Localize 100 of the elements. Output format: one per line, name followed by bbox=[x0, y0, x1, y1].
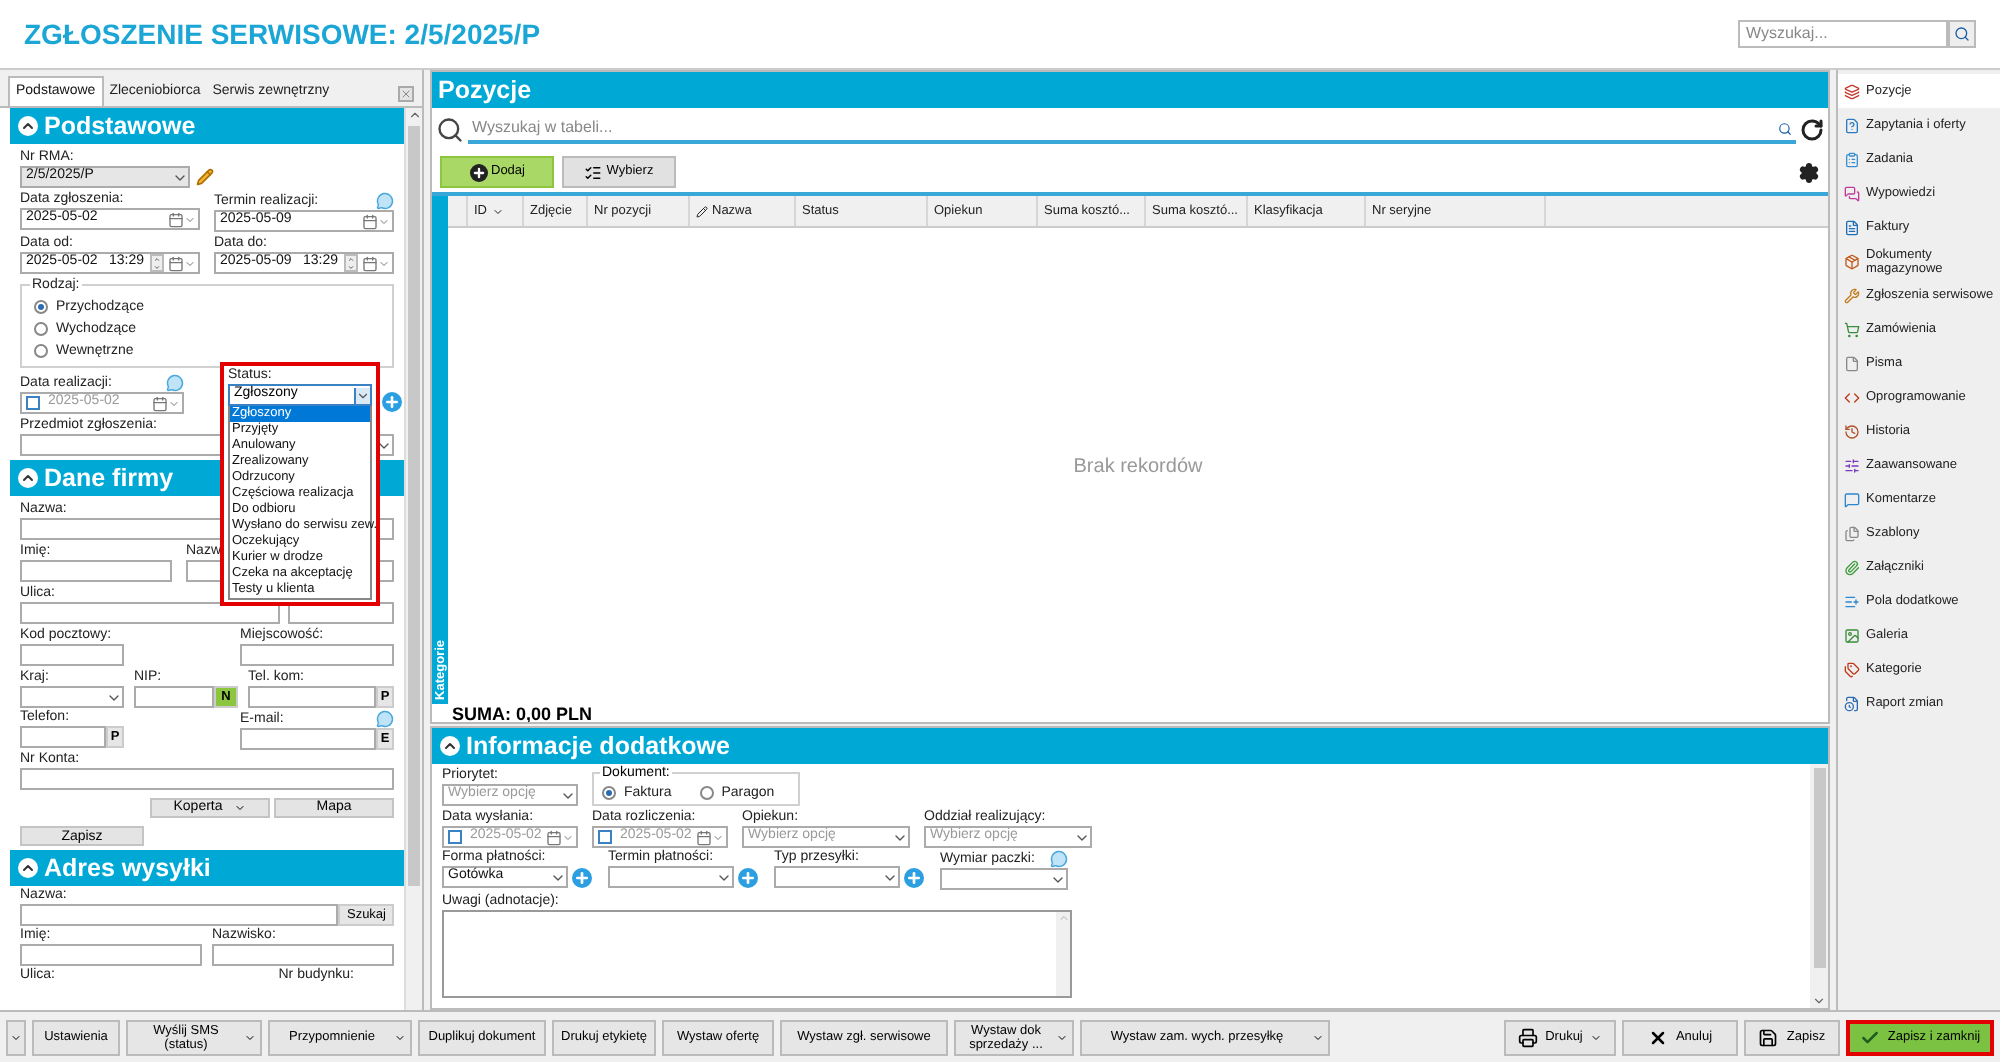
calendar-icon[interactable] bbox=[152, 395, 182, 411]
select-field[interactable] bbox=[774, 866, 900, 888]
caret-icon bbox=[234, 802, 247, 814]
text-field[interactable] bbox=[20, 644, 124, 666]
sliders-icon bbox=[1844, 457, 1860, 473]
collapse-icon[interactable] bbox=[18, 468, 38, 488]
chevron-icon bbox=[354, 387, 370, 403]
checkbox[interactable] bbox=[26, 396, 40, 410]
caret-icon bbox=[244, 1031, 256, 1043]
search-icon[interactable] bbox=[1778, 121, 1792, 135]
calendar-icon[interactable] bbox=[168, 255, 198, 271]
search-field[interactable]: Wyszukaj... bbox=[1738, 20, 1948, 48]
paperclip-icon bbox=[1844, 559, 1860, 575]
save-icon bbox=[1758, 1027, 1779, 1047]
sort-icon bbox=[491, 205, 503, 217]
caret-icon bbox=[1312, 1031, 1324, 1043]
table-search-field[interactable]: Wyszukaj w tabeli... bbox=[468, 116, 1796, 144]
calendar-icon[interactable] bbox=[168, 211, 198, 227]
radio-button[interactable] bbox=[602, 785, 616, 799]
text-field[interactable] bbox=[212, 944, 394, 966]
scroll-down-icon[interactable] bbox=[1812, 994, 1826, 1008]
list-icon bbox=[1844, 593, 1860, 609]
section-title: Adres wysyłki bbox=[44, 851, 211, 886]
calendar-icon[interactable] bbox=[546, 829, 576, 845]
radio-button[interactable] bbox=[34, 300, 48, 314]
spinner-icon[interactable] bbox=[344, 254, 358, 272]
report-icon bbox=[1844, 695, 1860, 711]
calendar-icon[interactable] bbox=[362, 213, 392, 229]
checkbox[interactable] bbox=[448, 830, 462, 844]
radio-button[interactable] bbox=[34, 322, 48, 336]
list-icon bbox=[584, 163, 603, 181]
section-title: Informacje dodatkowe bbox=[466, 729, 730, 764]
caret-icon bbox=[1056, 1031, 1068, 1043]
pencil-icon bbox=[696, 205, 708, 217]
select-field[interactable] bbox=[940, 868, 1068, 890]
text-field[interactable] bbox=[240, 644, 394, 666]
text-field[interactable] bbox=[240, 728, 376, 750]
speech-bubble-icon bbox=[166, 374, 184, 392]
caret-icon bbox=[1590, 1031, 1603, 1043]
speech-bubble-icon bbox=[376, 192, 394, 210]
comment-icon bbox=[1844, 491, 1860, 507]
text-field[interactable] bbox=[20, 560, 172, 582]
invoice-icon bbox=[1844, 219, 1860, 235]
select-field[interactable] bbox=[20, 686, 124, 708]
text-field[interactable] bbox=[20, 944, 202, 966]
plus-icon[interactable] bbox=[904, 867, 924, 887]
plus-icon bbox=[469, 163, 487, 181]
plus-icon[interactable] bbox=[738, 867, 758, 887]
wrench-icon bbox=[1844, 287, 1860, 303]
check-icon bbox=[1859, 1027, 1880, 1047]
panel-title: Pozycje bbox=[438, 73, 532, 108]
scroll-up-icon[interactable] bbox=[407, 108, 421, 122]
document-icon bbox=[1844, 117, 1860, 133]
speech-bubble-icon bbox=[376, 710, 394, 728]
caret-icon bbox=[394, 1031, 406, 1043]
search-icon bbox=[1954, 26, 1970, 42]
pencil-icon[interactable] bbox=[196, 168, 214, 186]
text-field[interactable] bbox=[20, 904, 339, 926]
calendar-icon[interactable] bbox=[362, 255, 392, 271]
collapse-icon[interactable] bbox=[440, 736, 460, 756]
text-field[interactable] bbox=[20, 602, 280, 624]
window-title: ZGŁOSZENIE SERWISOWE: 2/5/2025/P bbox=[24, 15, 541, 53]
close-icon bbox=[1647, 1027, 1668, 1047]
collapse-icon[interactable] bbox=[18, 858, 38, 878]
template-icon bbox=[1844, 525, 1860, 541]
layers-icon bbox=[1844, 83, 1860, 99]
select-field[interactable] bbox=[608, 866, 734, 888]
radio-button[interactable] bbox=[699, 785, 714, 799]
refresh-icon[interactable] bbox=[1800, 118, 1824, 142]
empty-message: Brak rekordów bbox=[1073, 453, 1203, 481]
text-field[interactable] bbox=[248, 686, 376, 708]
close-icon[interactable] bbox=[398, 86, 414, 102]
collapse-icon[interactable] bbox=[18, 116, 38, 136]
search-button[interactable] bbox=[1948, 20, 1976, 48]
scrollbar[interactable] bbox=[1810, 764, 1828, 1008]
text-field[interactable] bbox=[20, 768, 394, 790]
settings-icon[interactable] bbox=[1798, 161, 1820, 183]
clipboard-icon bbox=[1844, 151, 1860, 167]
gallery-icon bbox=[1844, 627, 1860, 643]
history-icon bbox=[1844, 423, 1860, 439]
section-title: Dane firmy bbox=[44, 461, 174, 496]
section-title: Podstawowe bbox=[44, 109, 196, 144]
text-field[interactable] bbox=[134, 686, 214, 708]
package-icon bbox=[1844, 253, 1860, 269]
scrollbar[interactable] bbox=[404, 108, 422, 1010]
checkbox[interactable] bbox=[598, 830, 612, 844]
speech-bubble-icon bbox=[1050, 850, 1068, 868]
text-field[interactable] bbox=[20, 726, 106, 748]
page-icon bbox=[1844, 355, 1860, 371]
calendar-icon[interactable] bbox=[696, 829, 726, 845]
plus-icon[interactable] bbox=[572, 867, 592, 887]
notes-field[interactable] bbox=[442, 910, 1072, 998]
spinner-icon[interactable] bbox=[150, 254, 164, 272]
chat-icon bbox=[1844, 185, 1860, 201]
code-icon bbox=[1844, 389, 1860, 405]
radio-button[interactable] bbox=[34, 344, 48, 358]
caret-icon bbox=[10, 1031, 22, 1043]
cart-icon bbox=[1844, 321, 1860, 337]
tags-icon bbox=[1844, 661, 1860, 677]
plus-icon[interactable] bbox=[382, 392, 402, 412]
